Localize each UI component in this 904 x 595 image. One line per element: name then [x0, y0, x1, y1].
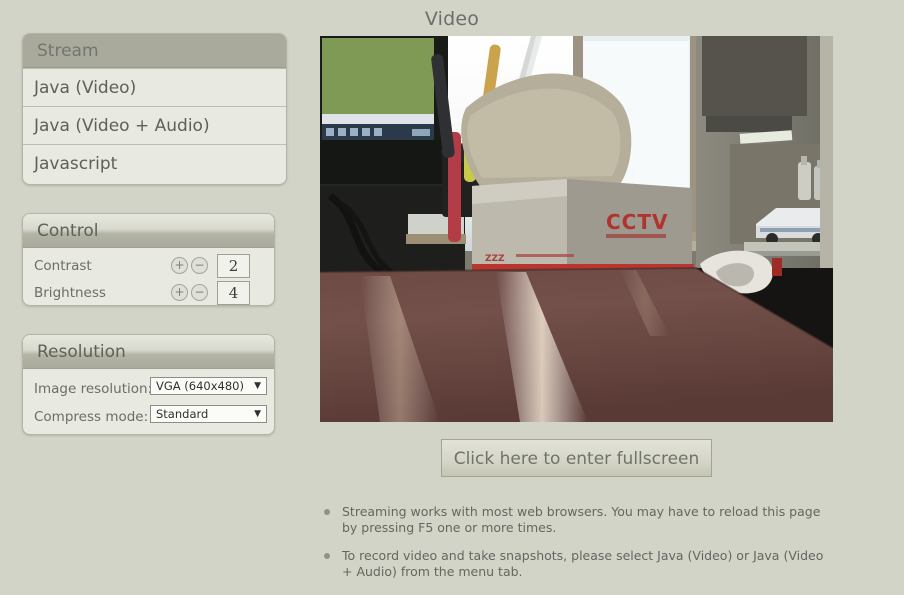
svg-text:ZZZ: ZZZ — [485, 254, 505, 264]
page-title: Video — [424, 8, 480, 30]
bullet-icon — [324, 553, 330, 559]
resolution-panel: Resolution Image resolution: VGA (640x48… — [22, 334, 275, 435]
resolution-row-image: Image resolution: VGA (640x480) ▼ — [23, 377, 274, 405]
sidebar-item-java-video[interactable]: Java (Video) — [23, 68, 286, 106]
chevron-down-icon: ▼ — [254, 409, 261, 419]
note-text: To record video and take snapshots, plea… — [342, 548, 824, 579]
chevron-down-icon: ▼ — [254, 381, 261, 391]
contrast-decrease-icon[interactable]: − — [191, 257, 208, 274]
compress-mode-select[interactable]: Standard ▼ — [150, 405, 267, 423]
contrast-increase-icon[interactable]: + — [171, 257, 188, 274]
compress-mode-label: Compress mode: — [34, 409, 149, 425]
note-item: To record video and take snapshots, plea… — [320, 548, 830, 580]
control-panel: Control Contrast + − 2 Brightness + − 4 — [22, 213, 275, 306]
video-stream[interactable]: CCTV ZZZ — [320, 36, 833, 422]
control-row-contrast: Contrast + − 2 — [23, 254, 274, 280]
image-resolution-label: Image resolution: — [34, 381, 153, 397]
notes-list: Streaming works with most web browsers. … — [320, 504, 830, 592]
brightness-increase-icon[interactable]: + — [171, 284, 188, 301]
control-panel-body: Contrast + − 2 Brightness + − 4 — [23, 248, 274, 305]
contrast-label: Contrast — [34, 258, 92, 274]
control-row-brightness: Brightness + − 4 — [23, 281, 274, 305]
stream-panel-header: Stream — [23, 34, 286, 68]
image-resolution-selected-value: VGA (640x480) — [156, 379, 244, 393]
resolution-panel-body: Image resolution: VGA (640x480) ▼ Compre… — [23, 369, 274, 433]
brightness-value-field[interactable]: 4 — [217, 281, 250, 305]
contrast-value-field[interactable]: 2 — [217, 254, 250, 278]
note-text: Streaming works with most web browsers. … — [342, 504, 821, 535]
stream-panel: Stream Java (Video) Java (Video + Audio)… — [22, 33, 287, 185]
control-panel-header: Control — [23, 214, 274, 248]
resolution-panel-header: Resolution — [23, 335, 274, 369]
brightness-decrease-icon[interactable]: − — [191, 284, 208, 301]
svg-text:CCTV: CCTV — [606, 210, 668, 234]
compress-mode-selected-value: Standard — [156, 407, 209, 421]
sidebar-item-javascript[interactable]: Javascript — [23, 144, 286, 182]
brightness-label: Brightness — [34, 285, 106, 301]
bullet-icon — [324, 509, 330, 515]
note-item: Streaming works with most web browsers. … — [320, 504, 830, 536]
video-frame-content: CCTV ZZZ — [320, 36, 833, 422]
sidebar-item-java-video-audio[interactable]: Java (Video + Audio) — [23, 106, 286, 144]
fullscreen-button[interactable]: Click here to enter fullscreen — [441, 439, 712, 477]
resolution-row-compress: Compress mode: Standard ▼ — [23, 405, 274, 433]
image-resolution-select[interactable]: VGA (640x480) ▼ — [150, 377, 267, 395]
